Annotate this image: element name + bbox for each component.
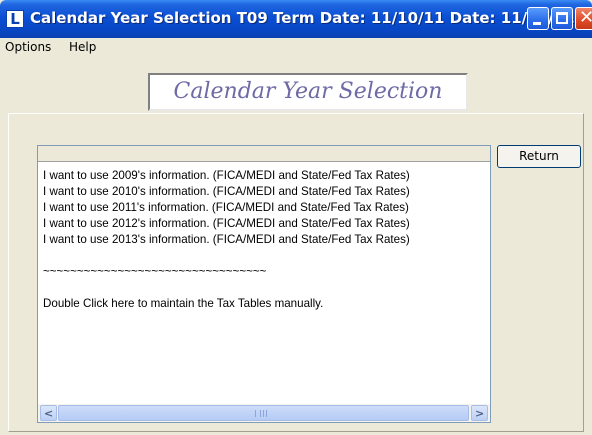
app-icon[interactable]: L	[6, 10, 24, 28]
minimize-button[interactable]	[527, 7, 549, 30]
title-bar[interactable]: L Calendar Year Selection T09 Term Date:…	[0, 0, 592, 38]
scroll-left-button[interactable]: <	[40, 405, 57, 421]
menu-bar: Options Help	[0, 38, 592, 58]
close-button[interactable]: ✕	[575, 7, 592, 30]
app-window: L Calendar Year Selection T09 Term Date:…	[0, 0, 592, 435]
list-item-2013[interactable]: I want to use 2013's information. (FICA/…	[43, 232, 488, 248]
list-header	[38, 146, 490, 162]
maximize-button[interactable]	[551, 7, 573, 30]
grip-icon	[255, 410, 267, 417]
list-item-2010[interactable]: I want to use 2010's information. (FICA/…	[43, 184, 488, 200]
chevron-left-icon: <	[44, 407, 54, 420]
return-button[interactable]: Return	[497, 145, 581, 168]
horizontal-scrollbar[interactable]: < >	[38, 404, 490, 422]
list-item-manual-maintenance[interactable]: Double Click here to maintain the Tax Ta…	[43, 296, 488, 312]
menu-options[interactable]: Options	[5, 40, 51, 54]
list-body: I want to use 2009's information. (FICA/…	[43, 168, 488, 312]
window-title: Calendar Year Selection T09 Term Date: 1…	[30, 9, 575, 27]
chevron-right-icon: >	[475, 407, 485, 420]
close-icon: ✕	[579, 7, 592, 28]
list-separator[interactable]: ~~~~~~~~~~~~~~~~~~~~~~~~~~~~~~~~~	[43, 264, 488, 280]
minimize-icon	[533, 22, 541, 25]
list-item-2009[interactable]: I want to use 2009's information. (FICA/…	[43, 168, 488, 184]
year-selection-list[interactable]: I want to use 2009's information. (FICA/…	[37, 145, 491, 423]
heading-box: Calendar Year Selection	[148, 73, 468, 111]
scroll-right-button[interactable]: >	[471, 405, 488, 421]
list-item-2011[interactable]: I want to use 2011's information. (FICA/…	[43, 200, 488, 216]
maximize-icon	[556, 12, 568, 24]
scroll-thumb[interactable]	[58, 405, 469, 421]
page-title: Calendar Year Selection	[173, 79, 443, 104]
menu-help[interactable]: Help	[69, 40, 96, 54]
list-item-2012[interactable]: I want to use 2012's information. (FICA/…	[43, 216, 488, 232]
